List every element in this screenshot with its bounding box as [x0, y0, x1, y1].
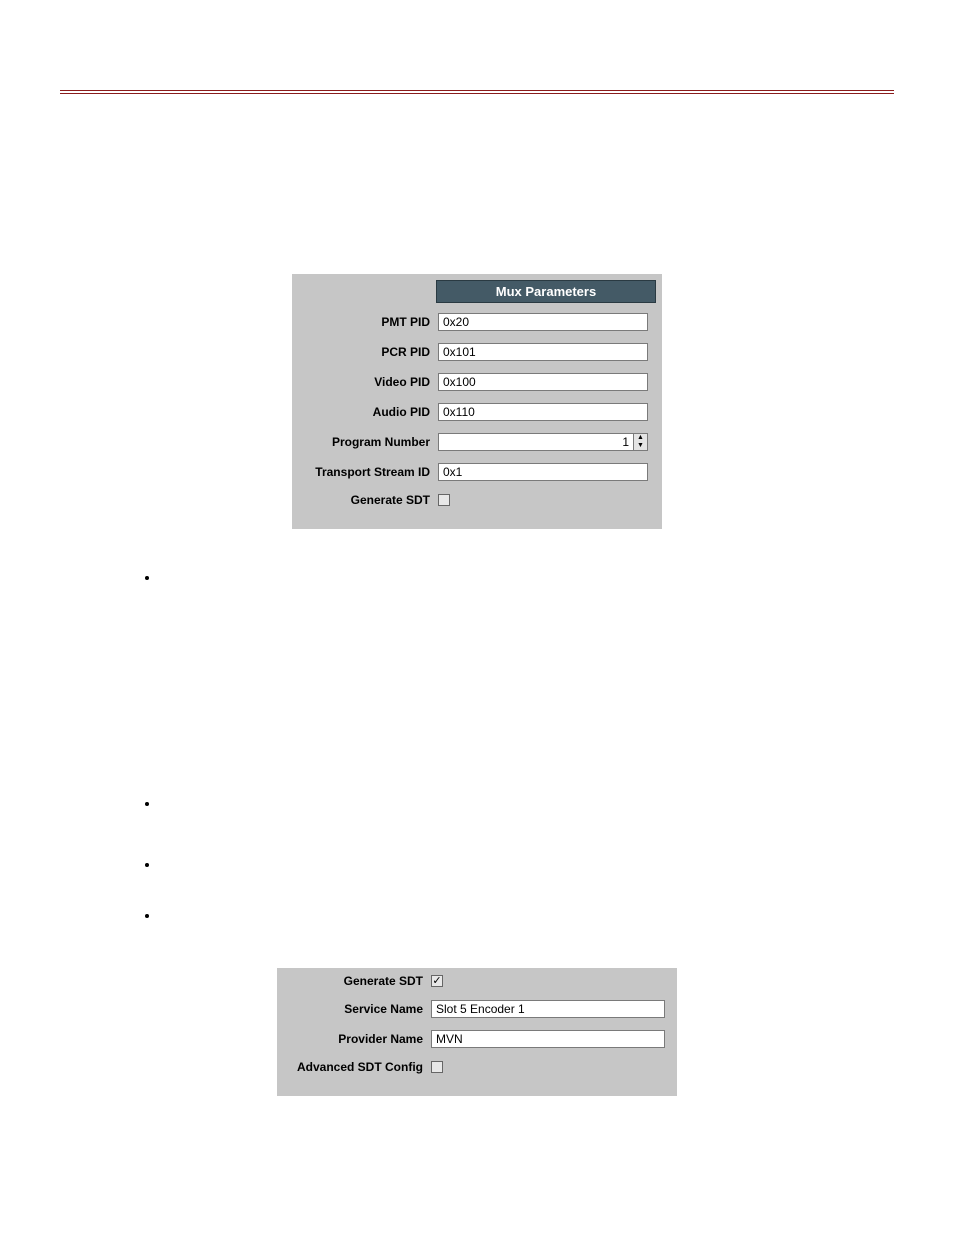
label-transport-stream-id: Transport Stream ID: [298, 465, 438, 479]
checkbox-generate-sdt-2[interactable]: ✓: [431, 975, 443, 987]
page-divider: [60, 90, 894, 94]
label-pmt-pid: PMT PID: [298, 315, 438, 329]
row-program-number: Program Number ▲ ▼: [298, 433, 656, 451]
input-video-pid[interactable]: [438, 373, 648, 391]
input-service-name[interactable]: [431, 1000, 665, 1018]
row-provider-name: Provider Name: [283, 1030, 671, 1048]
input-provider-name[interactable]: [431, 1030, 665, 1048]
row-generate-sdt: Generate SDT: [298, 493, 656, 507]
input-transport-stream-id[interactable]: [438, 463, 648, 481]
row-audio-pid: Audio PID: [298, 403, 656, 421]
mux-parameters-panel: Mux Parameters PMT PID PCR PID Video PID…: [292, 274, 662, 529]
row-pcr-pid: PCR PID: [298, 343, 656, 361]
row-video-pid: Video PID: [298, 373, 656, 391]
row-generate-sdt-2: Generate SDT ✓: [283, 974, 671, 988]
row-transport-stream-id: Transport Stream ID: [298, 463, 656, 481]
mux-parameters-header: Mux Parameters: [436, 280, 656, 303]
label-video-pid: Video PID: [298, 375, 438, 389]
label-program-number: Program Number: [298, 435, 438, 449]
checkbox-generate-sdt[interactable]: [438, 494, 450, 506]
input-pmt-pid[interactable]: [438, 313, 648, 331]
input-program-number[interactable]: [438, 433, 634, 451]
sdt-panel: Generate SDT ✓ Service Name Provider Nam…: [277, 968, 677, 1096]
bullet-1: [160, 569, 894, 585]
label-service-name: Service Name: [283, 1002, 431, 1016]
input-pcr-pid[interactable]: [438, 343, 648, 361]
bullet-2: [160, 795, 894, 811]
row-service-name: Service Name: [283, 1000, 671, 1018]
row-pmt-pid: PMT PID: [298, 313, 656, 331]
spinner-up-icon[interactable]: ▲: [634, 434, 647, 442]
checkbox-advanced-sdt-config[interactable]: [431, 1061, 443, 1073]
bullet-3: [160, 856, 894, 872]
label-generate-sdt: Generate SDT: [298, 493, 438, 507]
input-audio-pid[interactable]: [438, 403, 648, 421]
row-advanced-sdt-config: Advanced SDT Config: [283, 1060, 671, 1074]
bullet-4: [160, 907, 894, 923]
program-number-spinner: ▲ ▼: [438, 433, 648, 451]
label-advanced-sdt-config: Advanced SDT Config: [283, 1060, 431, 1074]
label-generate-sdt-2: Generate SDT: [283, 974, 431, 988]
spinner-buttons: ▲ ▼: [634, 433, 648, 451]
label-audio-pid: Audio PID: [298, 405, 438, 419]
label-pcr-pid: PCR PID: [298, 345, 438, 359]
spinner-down-icon[interactable]: ▼: [634, 442, 647, 450]
label-provider-name: Provider Name: [283, 1032, 431, 1046]
bullet-list: [60, 569, 894, 923]
